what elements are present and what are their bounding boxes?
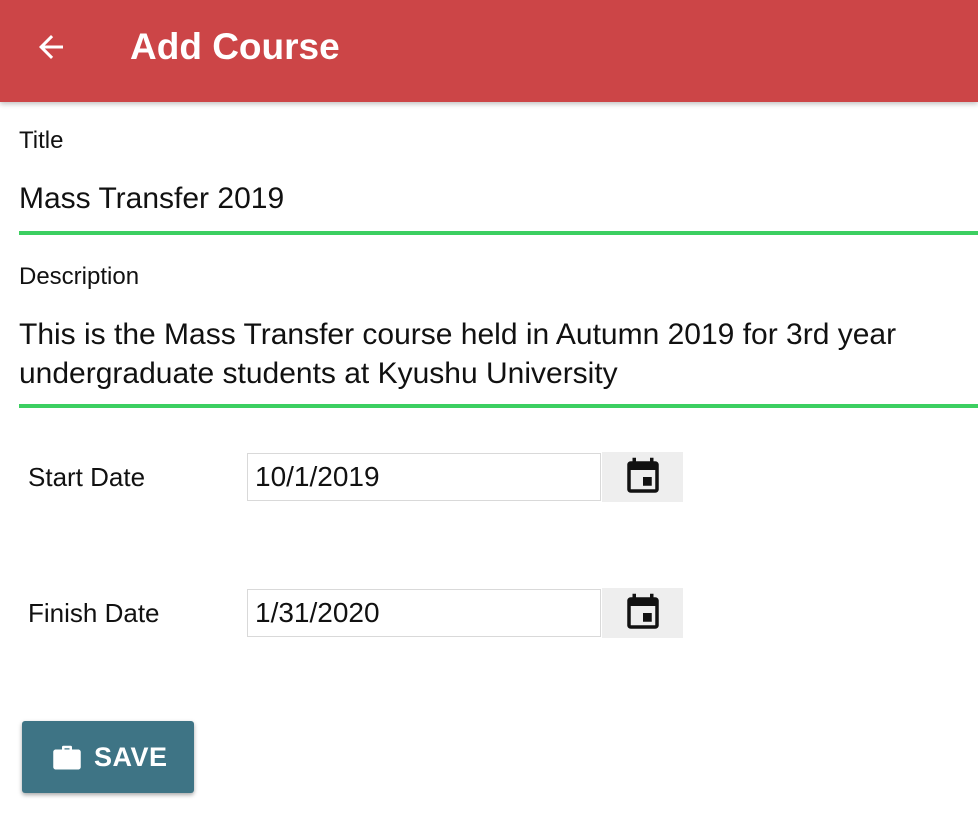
briefcase-icon [53,745,81,770]
calendar-icon [626,457,659,493]
description-field: Description This is the Mass Transfer co… [0,238,978,413]
start-date-picker-button[interactable] [602,452,683,502]
arrow-left-icon [39,35,63,59]
description-underline [19,404,978,408]
description-input[interactable]: This is the Mass Transfer course held in… [19,315,964,393]
save-button-label: SAVE [94,742,168,772]
calendar-icon [626,593,659,629]
finish-date-input[interactable]: 1/31/2020 [247,589,601,637]
start-date-label: Start Date [28,462,146,492]
description-label: Description [19,263,140,290]
finish-date-label: Finish Date [28,598,160,628]
back-button[interactable] [28,27,74,67]
title-underline [19,231,978,235]
save-button[interactable]: SAVE [22,721,194,793]
title-input[interactable]: Mass Transfer 2019 [19,179,964,218]
finish-date-picker-button[interactable] [602,588,683,638]
title-label: Title [19,127,64,154]
app-bar: Add Course [0,0,978,102]
start-date-input[interactable]: 10/1/2019 [247,453,601,501]
page-title: Add Course [130,26,340,67]
title-field: Title Mass Transfer 2019 [0,102,978,238]
